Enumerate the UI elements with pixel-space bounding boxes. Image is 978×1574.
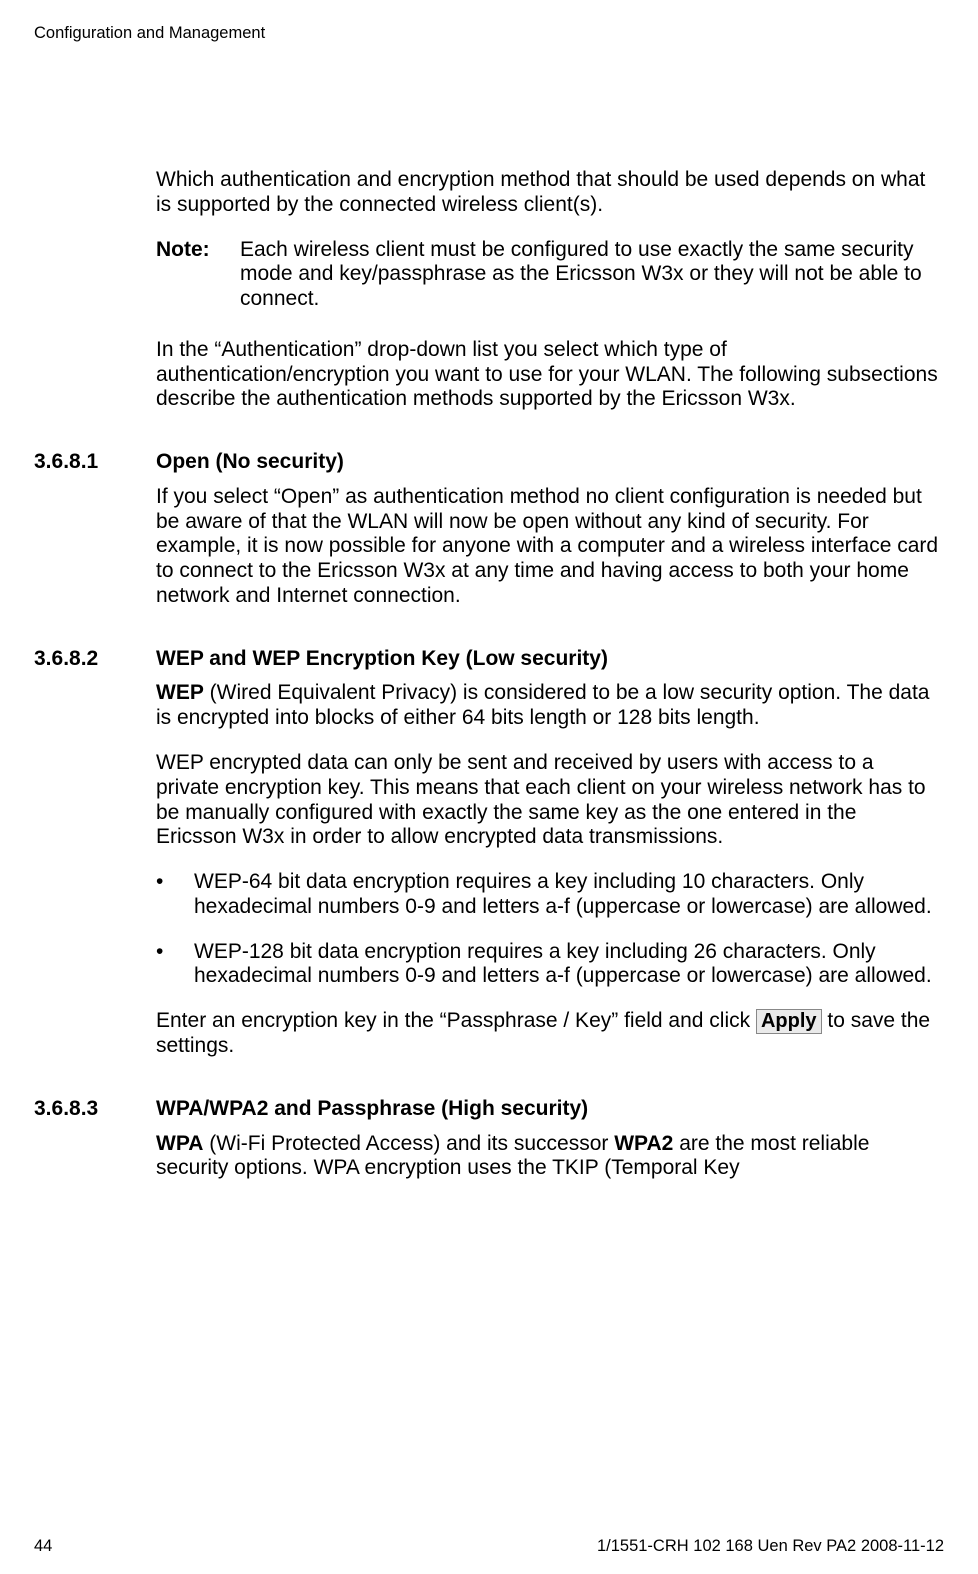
note-block: Note: Each wireless client must be confi… [156,238,940,312]
intro-paragraph-2: In the “Authentication” drop-down list y… [156,338,940,412]
wpa2-bold: WPA2 [614,1132,673,1155]
intro-paragraph-1: Which authentication and encryption meth… [156,168,940,218]
doc-id: 1/1551-CRH 102 168 Uen Rev PA2 2008-11-1… [597,1537,944,1556]
p3-pre: Enter an encryption key in the “Passphra… [156,1009,756,1032]
section-3682-p3: Enter an encryption key in the “Passphra… [156,1009,940,1059]
section-3682-p2: WEP encrypted data can only be sent and … [156,751,940,850]
note-label: Note: [156,238,240,312]
running-header: Configuration and Management [34,24,265,43]
section-3683-p1: WPA (Wi-Fi Protected Access) and its suc… [156,1132,940,1182]
section-3682-p1: WEP (Wired Equivalent Privacy) is consid… [156,681,940,731]
section-title: WEP and WEP Encryption Key (Low security… [156,647,608,672]
main-content: Which authentication and encryption meth… [156,168,940,1181]
list-item: WEP-64 bit data encryption requires a ke… [156,870,940,920]
section-3681-p1: If you select “Open” as authentication m… [156,485,940,609]
bullet-text: WEP-64 bit data encryption requires a ke… [194,870,932,918]
page-footer: 44 1/1551-CRH 102 168 Uen Rev PA2 2008-1… [34,1537,944,1556]
wpa-bold: WPA [156,1132,203,1155]
wep-bullet-list: WEP-64 bit data encryption requires a ke… [156,870,940,989]
wpa-mid: (Wi-Fi Protected Access) and its success… [203,1132,614,1155]
bullet-text: WEP-128 bit data encryption requires a k… [194,940,932,988]
section-title: WPA/WPA2 and Passphrase (High security) [156,1097,588,1122]
page: Configuration and Management Which authe… [0,0,978,1574]
section-3682-heading: 3.6.8.2 WEP and WEP Encryption Key (Low … [156,647,940,672]
section-title: Open (No security) [156,450,344,475]
page-number: 44 [34,1537,52,1556]
note-body: Each wireless client must be configured … [240,238,940,312]
section-3683-heading: 3.6.8.3 WPA/WPA2 and Passphrase (High se… [156,1097,940,1122]
wep-rest: (Wired Equivalent Privacy) is considered… [156,681,929,729]
apply-button[interactable]: Apply [756,1009,822,1034]
section-3681-heading: 3.6.8.1 Open (No security) [156,450,940,475]
list-item: WEP-128 bit data encryption requires a k… [156,940,940,990]
wep-bold: WEP [156,681,204,704]
